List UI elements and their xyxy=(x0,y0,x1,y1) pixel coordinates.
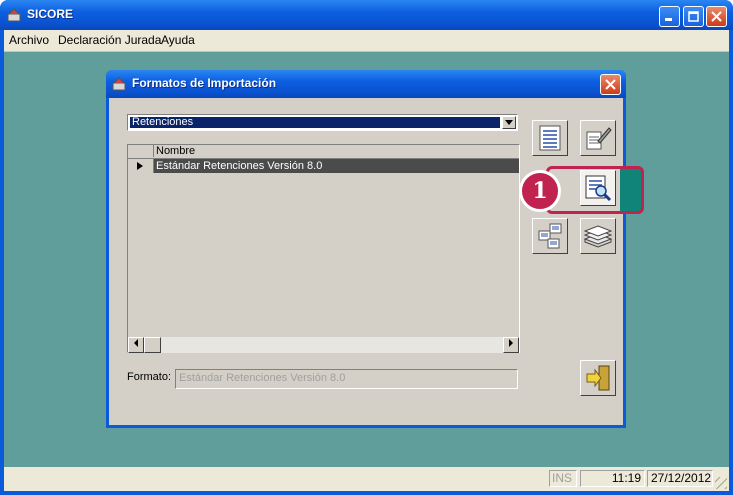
row-selector-header xyxy=(128,145,154,157)
dialog-title-bar[interactable]: Formatos de Importación xyxy=(106,70,626,98)
dialog-icon xyxy=(112,77,126,91)
table-row[interactable]: Estándar Retenciones Versión 8.0 xyxy=(128,159,519,173)
list-document-icon xyxy=(539,125,561,151)
exit-door-icon xyxy=(586,365,610,391)
dialog-title: Formatos de Importación xyxy=(132,76,277,90)
stack-button[interactable] xyxy=(580,218,616,254)
window-title: SICORE xyxy=(27,7,74,21)
stack-icon xyxy=(583,225,613,248)
callout-badge: 1 xyxy=(519,170,561,212)
format-type-select[interactable]: Retenciones xyxy=(127,114,518,131)
grid-header: Nombre xyxy=(128,145,519,159)
status-date: 27/12/2012 xyxy=(647,470,713,487)
horizontal-scrollbar[interactable] xyxy=(128,336,519,353)
formats-grid: Nombre Estándar Retenciones Versión 8.0 xyxy=(127,144,520,353)
menu-declaracion-jurada[interactable]: Declaración Jurada xyxy=(58,33,161,47)
chevron-down-icon xyxy=(505,120,513,125)
status-time: 11:19 xyxy=(580,470,645,487)
ins-indicator: INS xyxy=(549,470,577,487)
format-label: Formato: xyxy=(127,371,172,383)
menu-ayuda[interactable]: Ayuda xyxy=(161,33,195,47)
app-icon xyxy=(7,8,21,22)
title-bar[interactable]: SICORE xyxy=(0,0,733,30)
minimize-button[interactable] xyxy=(659,6,680,27)
current-row-icon xyxy=(137,162,143,170)
scroll-left-button[interactable] xyxy=(128,337,144,353)
scroll-thumb[interactable] xyxy=(144,337,161,353)
menu-bar: Archivo Declaración Jurada Ayuda xyxy=(4,30,729,52)
row-indicator xyxy=(128,159,154,173)
row-name-cell: Estándar Retenciones Versión 8.0 xyxy=(156,160,323,172)
format-field: Estándar Retenciones Versión 8.0 xyxy=(175,369,518,389)
dropdown-button[interactable] xyxy=(502,116,516,129)
resize-grip[interactable] xyxy=(715,477,727,489)
close-button[interactable] xyxy=(706,6,727,27)
minimize-icon xyxy=(665,18,672,21)
arrow-right-icon xyxy=(509,339,513,347)
structure-button[interactable] xyxy=(532,218,568,254)
maximize-button[interactable] xyxy=(683,6,704,27)
tree-structure-icon xyxy=(538,223,562,249)
format-type-value: Retenciones xyxy=(130,117,500,128)
edit-button[interactable] xyxy=(580,120,616,156)
maximize-icon xyxy=(688,11,699,22)
close-icon xyxy=(605,79,616,90)
column-header-nombre[interactable]: Nombre xyxy=(156,145,195,157)
dialog-close-button[interactable] xyxy=(600,74,621,95)
exit-button[interactable] xyxy=(580,360,616,396)
close-icon xyxy=(711,11,722,22)
edit-document-icon xyxy=(586,127,612,150)
list-button[interactable] xyxy=(532,120,568,156)
status-bar: INS 11:19 27/12/2012 xyxy=(4,467,729,491)
arrow-left-icon xyxy=(134,339,138,347)
scroll-right-button[interactable] xyxy=(503,337,519,353)
menu-archivo[interactable]: Archivo xyxy=(9,33,49,47)
